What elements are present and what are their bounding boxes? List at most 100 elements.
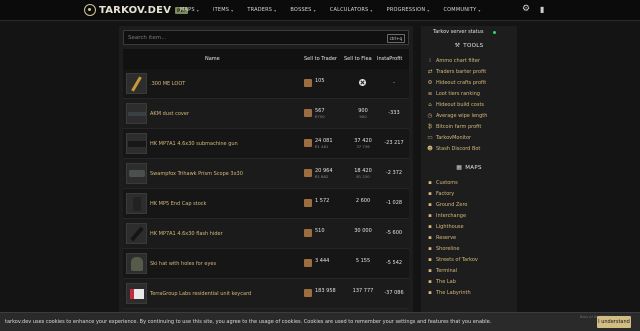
tool-link-hideout[interactable]: ⌂ Hideout build costs [427, 102, 484, 108]
nav-community[interactable]: COMMUNITY ▾ [443, 7, 480, 13]
table-header: Name Sell to Trader Sell to Flea InstaPr… [123, 49, 409, 69]
tools-section-title: ⚒ TOOLS [421, 42, 517, 49]
tool-link-discord[interactable]: ☻ Stash Discord Bot [427, 146, 480, 152]
tools-wrench-icon: ⚒ [454, 42, 461, 49]
tool-link-wipe[interactable]: ◷ Average wipe length [427, 113, 488, 119]
tool-link-barter[interactable]: ⇄ Traders barter profit [427, 69, 487, 75]
table-row[interactable]: HK MP5 End Cap stock 1 572 2 600 -1 028 [123, 189, 409, 219]
barter-icon: ⇄ [427, 69, 433, 75]
trader-avatar-icon [304, 169, 312, 177]
item-name-link[interactable]: AKM dust cover [150, 111, 189, 117]
tool-label: Hideout crafts profit [436, 80, 487, 86]
accept-cookies-button[interactable]: I understand [597, 316, 631, 328]
tools-title: TOOLS [463, 43, 484, 49]
map-link-streets[interactable]: ▪ Streets of Tarkov [427, 257, 478, 263]
nav-items[interactable]: ITEMS ▾ [213, 7, 233, 13]
search-shortcut-hint: ctrl+q [386, 34, 405, 43]
table-row[interactable]: Ski hat with holes for eyes 3 444 5 155 … [123, 249, 409, 279]
item-name-link[interactable]: .300 ME LOOT [150, 81, 185, 87]
map-icon: ▪ [428, 246, 432, 252]
map-icon: ▪ [428, 191, 432, 197]
col-flea-header[interactable]: Sell to Flea [344, 56, 372, 62]
table-row[interactable]: .300 ME LOOT 105 - [123, 69, 409, 99]
nav-traders[interactable]: TRADERS ▾ [247, 7, 276, 13]
map-icon: ▪ [428, 268, 432, 274]
chevron-down-icon: ▾ [231, 7, 234, 13]
map-link-lighthouse[interactable]: ▪ Lighthouse [427, 224, 464, 230]
tool-link-crafts[interactable]: ⚙ Hideout crafts profit [427, 80, 487, 86]
table-row[interactable]: HK MP7A1 4.6x30 submachine gun 24 081 ₽1… [123, 129, 409, 159]
instaprofit-value: -5 542 [385, 260, 403, 266]
map-link-terminal[interactable]: ▪ Terminal [427, 268, 457, 274]
nav-items-label: ITEMS [212, 7, 230, 13]
item-thumbnail [126, 193, 147, 214]
item-name-link[interactable]: HK MP7A1 4.6x30 submachine gun [150, 141, 238, 147]
item-name-link[interactable]: TerraGroup Labs residential unit keycard [150, 291, 251, 297]
map-link-ground-zero[interactable]: ▪ Ground Zero [427, 202, 467, 208]
col-trader-header[interactable]: Sell to Trader [304, 56, 337, 62]
flea-price: 2 600 [355, 198, 371, 204]
logo-icon [84, 4, 96, 16]
col-name-header[interactable]: Name [205, 56, 220, 62]
settings-gear-icon[interactable]: ⚙ [522, 5, 531, 14]
map-link-the-lab[interactable]: ▪ The Lab [427, 279, 456, 285]
item-name-link[interactable]: HK MP5 End Cap stock [150, 201, 206, 207]
nav-progression-label: PROGRESSION [386, 7, 426, 13]
map-link-labyrinth[interactable]: ▪ The Labyrinth [427, 290, 471, 296]
chevron-down-icon: ▾ [313, 7, 316, 13]
flea-price-sub: ₽1 230 [356, 174, 370, 179]
tool-link-ammo[interactable]: ⁞ Ammo chart filter [427, 58, 480, 64]
trader-avatar-icon [304, 229, 312, 237]
instaprofit-value: -333 [388, 110, 400, 116]
flea-price: 137 777 [352, 288, 374, 294]
tool-link-monitor[interactable]: ▭ TarkovMonitor [427, 135, 471, 141]
map-link-customs[interactable]: ▪ Customs [427, 180, 458, 186]
nav-calculators[interactable]: CALCULATORS ▾ [330, 7, 373, 13]
instaprofit-value: -5 600 [385, 230, 403, 236]
server-status-dot [493, 31, 496, 34]
table-row[interactable]: TerraGroup Labs residential unit keycard… [123, 279, 409, 309]
search-placeholder: Search item... [128, 35, 167, 41]
map-link-reserve[interactable]: ▪ Reserve [427, 235, 456, 241]
brand-name: TARKOV.DEV [99, 4, 172, 16]
chevron-down-icon: ▾ [427, 7, 430, 13]
nav-bosses[interactable]: BOSSES ▾ [290, 7, 315, 13]
item-name-link[interactable]: HK MP7A1 4.6x30 flash hider [150, 231, 223, 237]
map-icon: ▪ [428, 257, 432, 263]
trader-price: 105 [315, 78, 325, 84]
map-link-interchange[interactable]: ▪ Interchange [427, 213, 466, 219]
item-name-link[interactable]: Ski hat with holes for eyes [150, 261, 216, 267]
nav-bosses-label: BOSSES [290, 7, 312, 13]
col-instaprofit-header[interactable]: InstaProfit [377, 56, 402, 62]
language-icon[interactable]: ▮ [540, 5, 549, 15]
tool-label: TarkovMonitor [436, 135, 472, 141]
instaprofit-value: -23 217 [384, 140, 404, 146]
tool-label: Stash Discord Bot [436, 146, 481, 152]
trader-avatar-icon [304, 259, 312, 267]
item-thumbnail [126, 133, 147, 154]
discord-icon: ☻ [427, 146, 433, 152]
map-link-factory[interactable]: ▪ Factory [427, 191, 454, 197]
tool-link-bitcoin[interactable]: ₿ Bitcoin farm profit [427, 124, 481, 130]
map-label: Lighthouse [436, 224, 464, 230]
table-row[interactable]: Swampfox Trihawk Prism Scope 3x30 20 964… [123, 159, 409, 189]
search-input[interactable]: Search item... ctrl+q [123, 30, 409, 45]
table-row[interactable]: HK MP7A1 4.6x30 flash hider 510 30 000 -… [123, 219, 409, 249]
site-logo[interactable]: TARKOV.DEV PVP [84, 4, 189, 16]
nav-community-label: COMMUNITY [443, 7, 477, 13]
trader-price-sub: ₽1 481 [315, 144, 329, 149]
nav-maps[interactable]: MAPS ▾ [180, 7, 199, 13]
map-link-shoreline[interactable]: ▪ Shoreline [427, 246, 459, 252]
server-status-label[interactable]: Tarkov server status [433, 29, 483, 35]
chevron-down-icon: ▾ [370, 7, 373, 13]
tool-label: Traders barter profit [436, 69, 487, 75]
trader-price-sub: ₽750 [315, 114, 325, 119]
item-thumbnail [126, 73, 147, 94]
tool-link-loot[interactable]: ≡ Loot tiers ranking [427, 91, 480, 97]
item-name-link[interactable]: Swampfox Trihawk Prism Scope 3x30 [150, 171, 243, 177]
trader-avatar-icon [304, 139, 312, 147]
nav-progression[interactable]: PROGRESSION ▾ [387, 7, 430, 13]
tool-label: Ammo chart filter [436, 58, 481, 64]
chevron-down-icon: ▾ [196, 7, 199, 13]
table-row[interactable]: AKM dust cover 567 ₽750 900 900 -333 [123, 99, 409, 129]
